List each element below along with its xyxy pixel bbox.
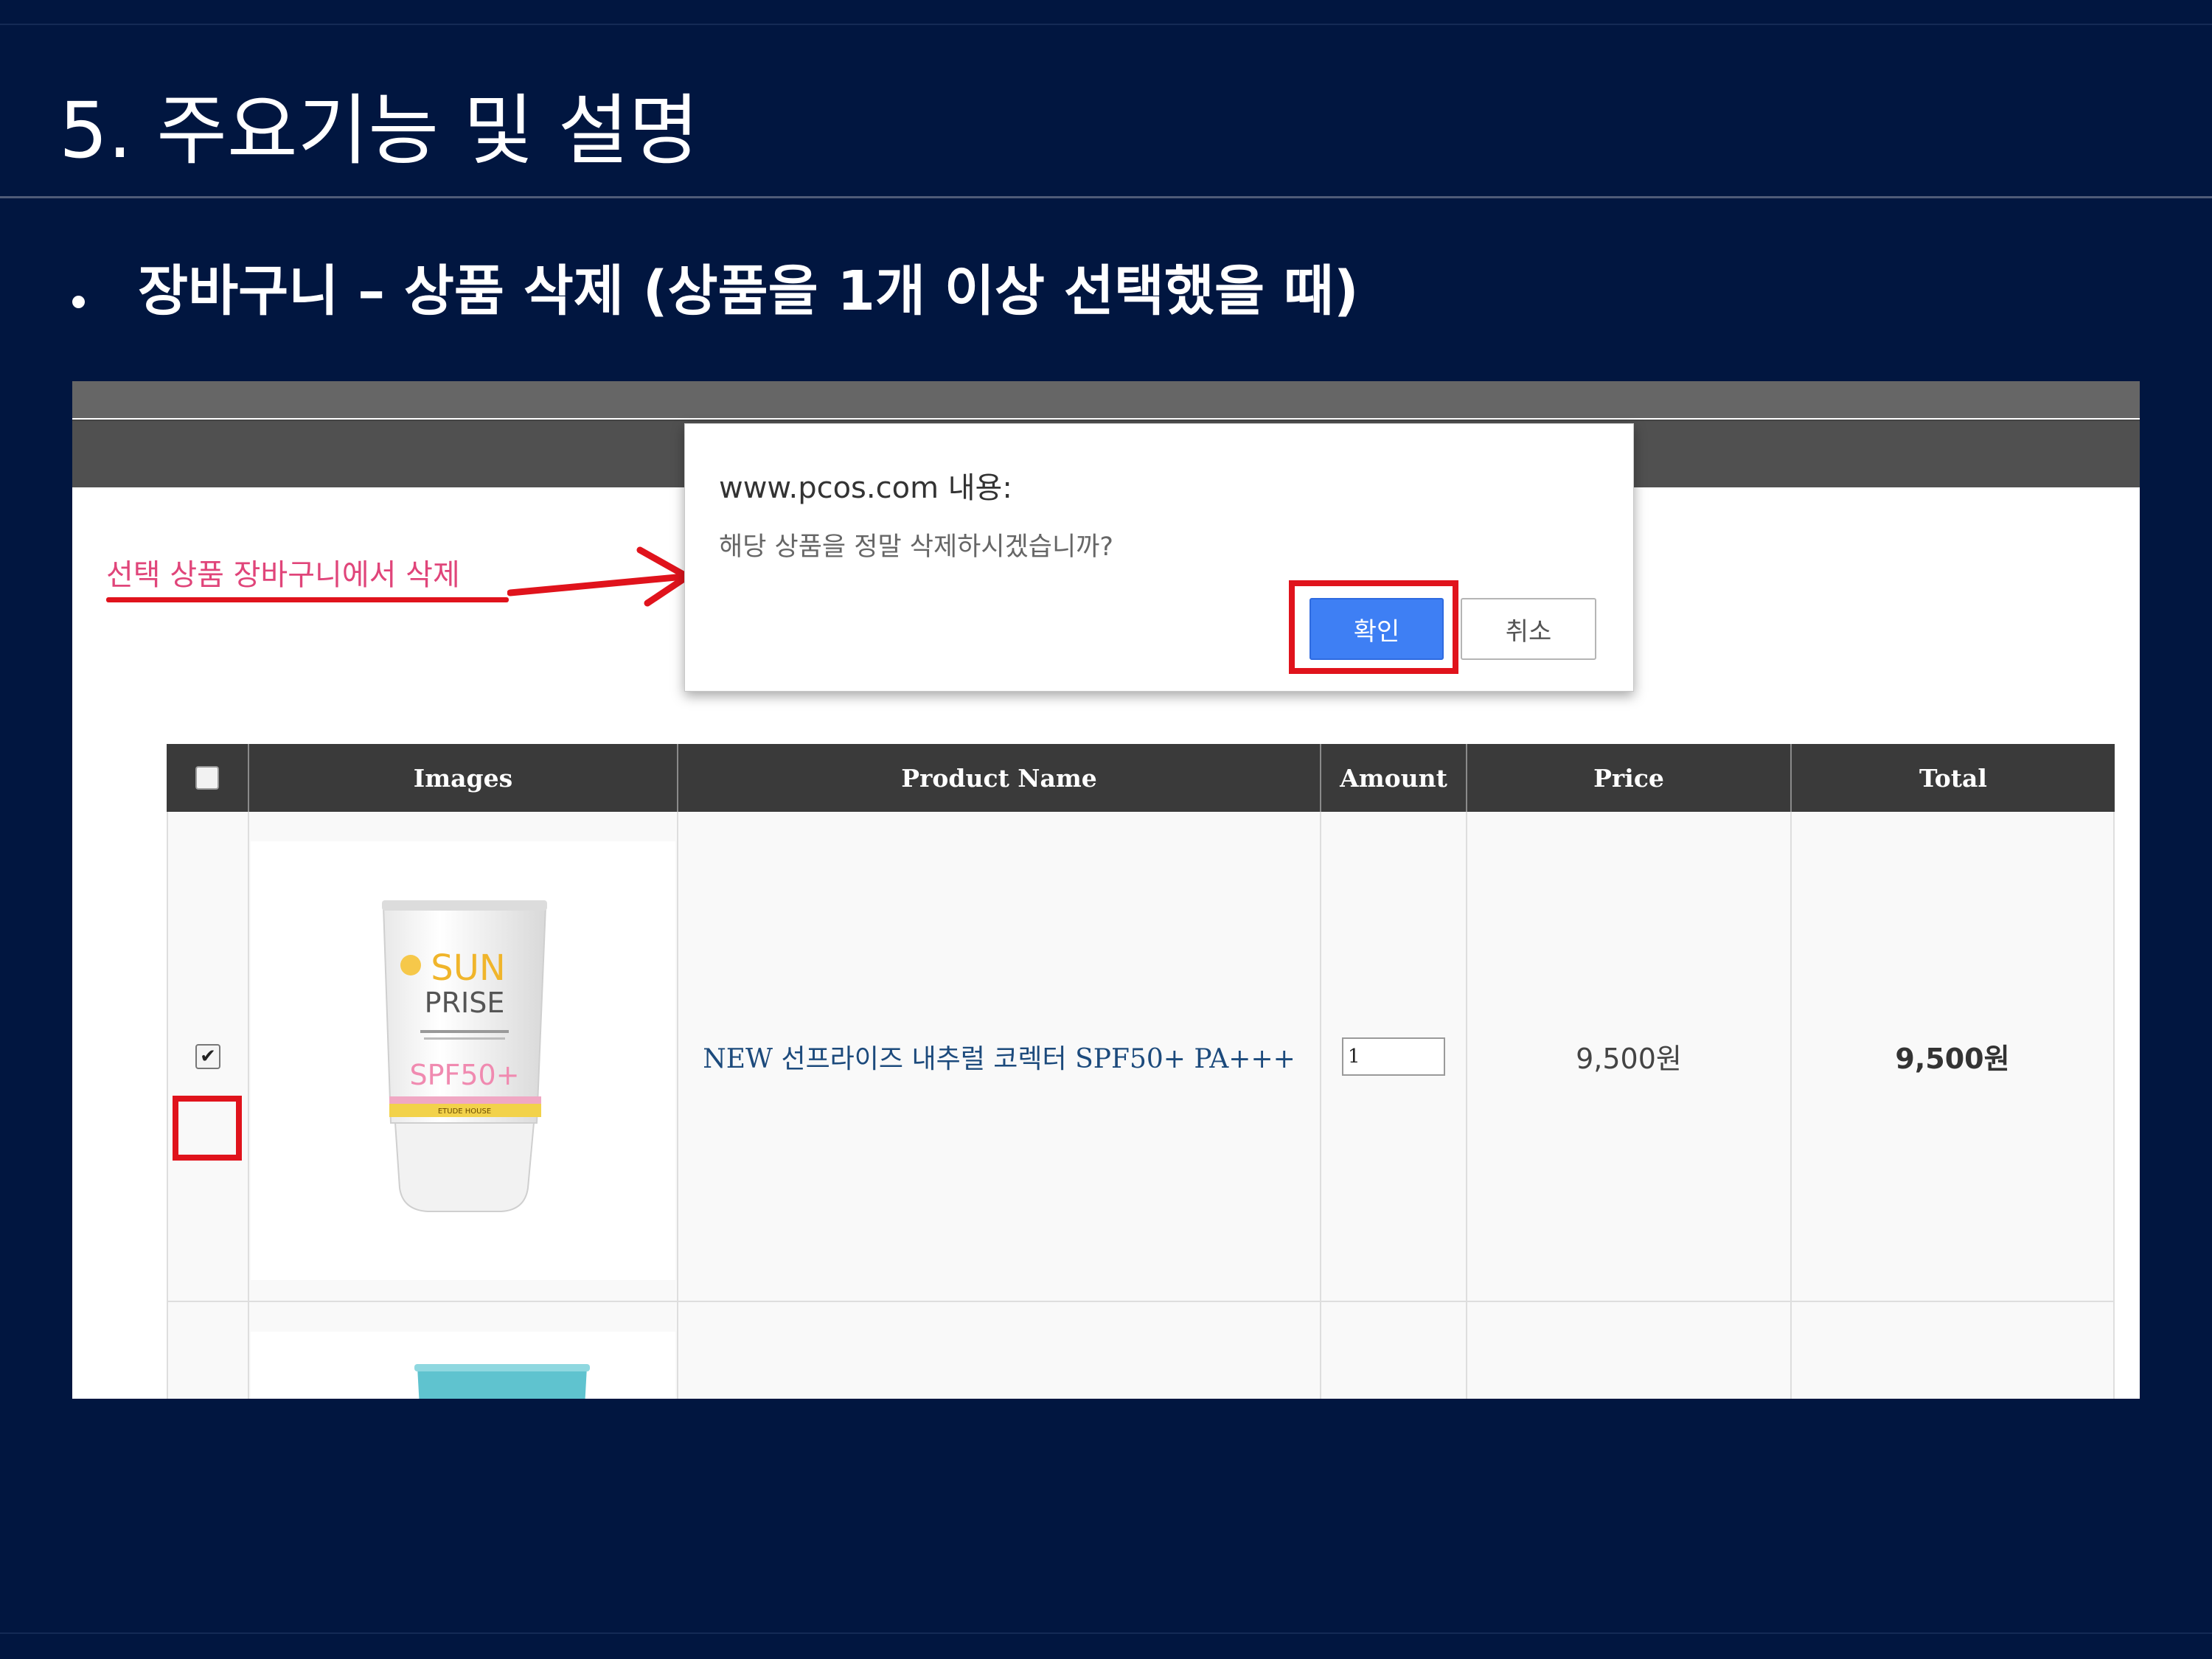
annotation-underline — [106, 597, 509, 602]
row2-amount-cell — [1321, 1302, 1467, 1399]
amount-input[interactable] — [1342, 1037, 1445, 1076]
bottom-divider — [0, 1632, 2212, 1634]
row-checkbox[interactable]: ✔ — [195, 1043, 220, 1069]
product-image-brand: SUN — [431, 947, 506, 989]
confirm-ok-button[interactable]: 확인 — [1310, 598, 1444, 660]
annotation-label: 선택 상품 장바구니에서 삭제 — [106, 558, 460, 592]
product-image-maker: ETUDE HOUSE — [438, 1107, 491, 1116]
product-name-cell: NEW 선프라이즈 내추럴 코렉터 SPF50+ PA+++ — [678, 812, 1321, 1302]
row2-total-cell — [1792, 1302, 2115, 1399]
screenshot-panel: 선택 상품 장바구니에서 삭제 www.pcos.com 내용: 해당 상품을 … — [72, 381, 2140, 1399]
header-amount: Amount — [1321, 744, 1467, 812]
row2-product-image[interactable] — [251, 1332, 675, 1399]
row2-name-cell — [678, 1302, 1321, 1399]
header-images: Images — [249, 744, 678, 812]
price-value: 9,500원 — [1576, 1043, 1682, 1075]
product-image-brand-2: PRISE — [425, 987, 505, 1019]
top-divider — [0, 24, 2212, 25]
sunscreen-tube-icon: SUN PRISE SPF50+ ETUDE HOUSE — [382, 900, 547, 1212]
total-value: 9,500원 — [1895, 1043, 2010, 1075]
bullet-dot-icon — [72, 296, 85, 308]
product-image[interactable]: SUN PRISE SPF50+ ETUDE HOUSE — [251, 841, 675, 1280]
bullet-item: 장바구니 – 상품 삭제 (상품을 1개 이상 선택했을 때) — [72, 247, 1359, 326]
slide-title: 5. 주요기능 및 설명 — [59, 86, 700, 175]
header-product-name: Product Name — [678, 744, 1321, 812]
price-cell: 9,500원 — [1467, 812, 1792, 1302]
row2-image-cell — [249, 1302, 678, 1399]
confirm-dialog: www.pcos.com 내용: 해당 상품을 정말 삭제하시겠습니까? 확인 … — [684, 423, 1634, 692]
annotation-arrow-icon — [507, 546, 691, 607]
row2-select-cell — [167, 1302, 249, 1399]
product-image-cell: SUN PRISE SPF50+ ETUDE HOUSE — [249, 812, 678, 1302]
product-name-link[interactable]: NEW 선프라이즈 내추럴 코렉터 SPF50+ PA+++ — [703, 1037, 1295, 1076]
total-cell: 9,500원 — [1792, 812, 2115, 1302]
product-image-spf: SPF50+ — [409, 1059, 519, 1091]
header-total: Total — [1792, 744, 2115, 812]
title-divider — [0, 196, 2212, 198]
row2-price-cell — [1467, 1302, 1792, 1399]
select-all-checkbox[interactable] — [195, 766, 219, 790]
dialog-message: 해당 상품을 정말 삭제하시겠습니까? — [719, 532, 1113, 562]
header-select-all-cell — [167, 744, 249, 812]
row-checkbox-highlight — [173, 1096, 242, 1161]
confirm-cancel-button[interactable]: 취소 — [1461, 598, 1596, 660]
header-price: Price — [1467, 744, 1792, 812]
dialog-title: www.pcos.com 내용: — [719, 471, 1012, 505]
page-top-bar — [72, 381, 2140, 418]
bullet-text: 장바구니 – 상품 삭제 (상품을 1개 이상 선택했을 때) — [138, 260, 1359, 323]
product-tube-icon — [414, 1364, 590, 1399]
row-select-cell: ✔ — [167, 812, 249, 1302]
amount-cell — [1321, 812, 1467, 1302]
